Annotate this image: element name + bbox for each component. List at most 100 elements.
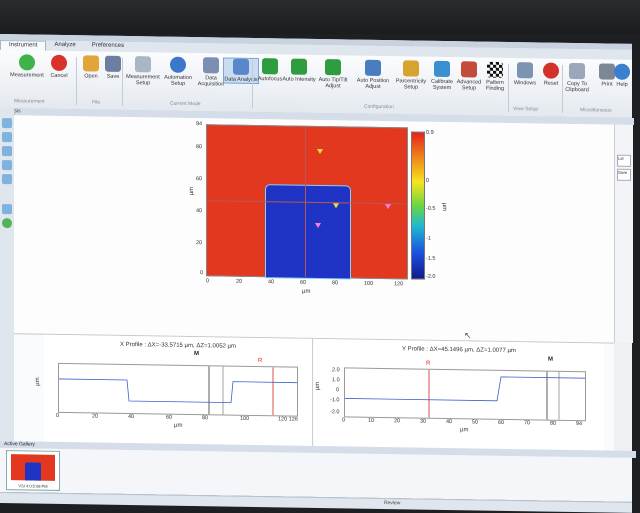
y-profile-x-tick: 20 [394, 418, 401, 425]
cancel-button[interactable]: Cancel [42, 54, 76, 80]
x-tick: 20 [236, 278, 243, 285]
copy-icon [569, 62, 585, 80]
surface-height-map[interactable] [206, 124, 408, 280]
measurement-button[interactable]: Measurement [10, 54, 44, 79]
x-profile-marker-m: M [194, 351, 199, 358]
analysis-canvas: µm 94 80 60 40 20 0 0 20 40 60 80 100 12… [14, 115, 614, 343]
auto-position-button[interactable]: Auto Position Adjust [356, 59, 390, 91]
pattern-finding-button[interactable]: Pattern Finding [478, 61, 512, 93]
parcentricity-setup-button[interactable]: Parcentricity Setup [394, 60, 428, 91]
y-profile-plot[interactable] [344, 367, 586, 422]
y-profile-x-tick: 40 [446, 419, 453, 426]
x-profile-x-tick: 100 [240, 415, 250, 422]
x-profile-x-tick: 60 [166, 414, 173, 421]
globe-icon [170, 56, 186, 73]
settings-icon[interactable] [2, 204, 12, 215]
y-profile-marker-r: R [426, 360, 431, 367]
histogram-icon[interactable] [2, 160, 12, 171]
measurement-setup-button[interactable]: Measurement Setup [126, 56, 160, 87]
heatmap-y-label: µm [189, 186, 196, 196]
x-profile-x-tick: 80 [202, 415, 209, 422]
clipboard-icon [135, 56, 151, 73]
y-profile-y-tick: 2.0 [332, 367, 340, 374]
checkerboard-icon [487, 61, 503, 78]
status-text: Review [384, 500, 401, 507]
auto-tip-tilt-button[interactable]: Auto Tip/Tilt Adjust [316, 59, 350, 90]
x-profile-curve [59, 366, 297, 416]
y-profile-curve [345, 369, 585, 420]
monitor-icon [203, 57, 219, 74]
tab-analyze[interactable]: Analyze [46, 41, 83, 52]
help-icon [614, 63, 630, 80]
save-button[interactable]: Save [96, 55, 130, 81]
x-profile-panel: X Profile : ΔX=-33.5715 µm, ΔZ=1.0052 µm… [35, 334, 313, 447]
automation-setup-button[interactable]: Automation Setup [161, 56, 195, 88]
thumbnail-caption: VSI 4:0:5:08 PM [18, 483, 48, 489]
vision-analysis-window: Instrument Analyze Preferences Measureme… [0, 34, 636, 513]
y-tick: 40 [196, 208, 203, 215]
intensity-icon [291, 58, 307, 75]
group-label-view-setup: View Setup [513, 106, 539, 113]
right-panel-button-2[interactable]: Save [617, 168, 631, 181]
y-profile-x-tick: 0 [342, 417, 346, 424]
x-profile-plot[interactable] [58, 362, 298, 417]
position-icon [365, 59, 381, 76]
tools-icon [461, 61, 477, 78]
x-tick: 120 [394, 281, 404, 288]
x-profile-x-tick: 40 [128, 414, 135, 421]
monitor-bezel [0, 0, 640, 34]
x-profile-x-tick: 0 [56, 412, 60, 419]
y-tick: 20 [196, 240, 203, 247]
colorbar [411, 131, 425, 280]
y-profile-marker-m: M [548, 356, 553, 363]
save-icon [105, 55, 121, 72]
group-label-current-mode: Current Mode [170, 100, 201, 108]
y-tick: 94 [196, 121, 203, 128]
group-divider [122, 57, 123, 106]
stop-icon [51, 54, 67, 72]
group-label-configuration: Configuration [364, 103, 394, 111]
tilt-icon [325, 59, 341, 76]
y-profile-line[interactable] [305, 126, 306, 277]
refresh-icon[interactable] [2, 218, 12, 229]
right-panel-button-1[interactable]: Lat [617, 154, 631, 167]
y-profile-x-tick: 10 [368, 417, 375, 424]
profile-panels: X Profile : ΔX=-33.5715 µm, ΔZ=1.0052 µm… [14, 333, 614, 452]
group-label-miscellaneous: Miscellaneous [580, 107, 612, 114]
x-tick: 80 [332, 280, 339, 287]
heatmap-x-label: µm [302, 288, 311, 295]
help-button[interactable]: Help [612, 63, 632, 88]
view-tool-icon[interactable] [2, 118, 12, 129]
cursor-marker-right[interactable] [385, 204, 391, 210]
person-icon [434, 60, 450, 78]
y-tick: 80 [196, 144, 203, 151]
y-profile-y-tick: -1.0 [330, 397, 340, 404]
cursor-marker-center[interactable] [333, 203, 339, 209]
copy-clipboard-button[interactable]: Copy To Clipboard [560, 62, 594, 94]
colorbar-tick: 0 [426, 177, 430, 184]
cursor-marker-pillar[interactable] [315, 222, 321, 229]
3d-view-icon[interactable] [2, 146, 12, 157]
profile-tool-icon[interactable] [2, 132, 12, 143]
reset-icon [543, 62, 559, 79]
x-tick: 100 [364, 280, 374, 287]
filter-icon[interactable] [2, 174, 12, 185]
target-icon [403, 60, 419, 77]
x-tick: 40 [268, 279, 275, 286]
y-profile-title: Y Profile : ΔX=45.1496 µm, ΔZ=1.0077 µm [402, 346, 516, 355]
side-toolbar [0, 108, 15, 459]
y-profile-y-tick: 1.0 [332, 377, 340, 384]
gallery-thumbnail[interactable]: VSI 4:0:5:08 PM [6, 450, 60, 491]
y-tick: 0 [200, 270, 204, 277]
cursor-marker-top[interactable] [317, 148, 323, 155]
y-profile-y-tick: 0 [336, 387, 340, 394]
y-profile-x-tick: 60 [498, 419, 505, 426]
auto-intensity-button[interactable]: Auto Intensity [282, 58, 316, 83]
focus-icon [262, 58, 278, 75]
y-profile-x-tick: 30 [420, 418, 427, 425]
colorbar-tick: -2.0 [426, 273, 436, 280]
right-panel: Lat Save [614, 124, 633, 343]
colorbar-tick: -1 [426, 235, 431, 242]
chart-icon [233, 58, 249, 75]
x-profile-y-label: µm [35, 377, 42, 386]
